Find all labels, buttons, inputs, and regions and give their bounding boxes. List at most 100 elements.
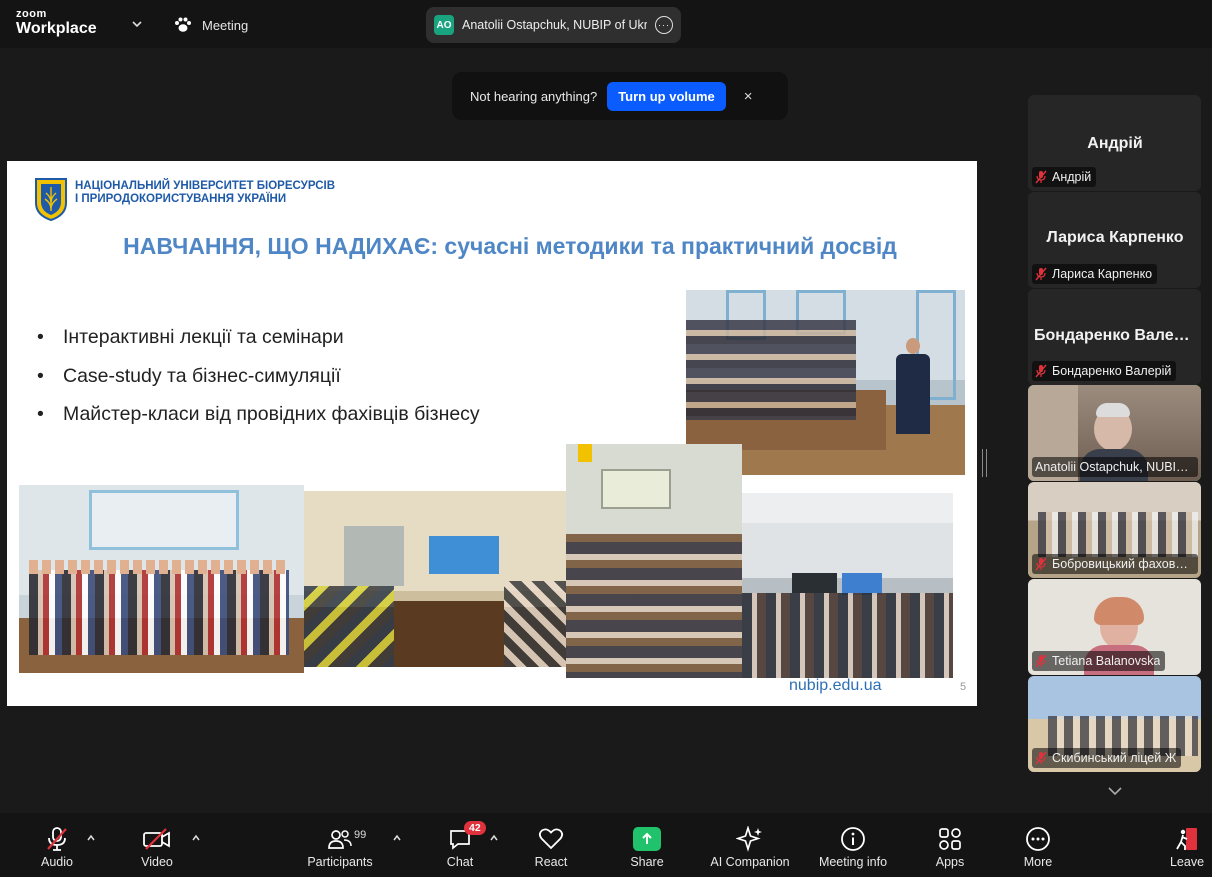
participant-tile-active[interactable]: Anatolii Ostapchuk, NUBIP of Ukraine	[1028, 385, 1201, 481]
participant-tile[interactable]: Лариса Карпенко Лариса Карпенко	[1028, 192, 1201, 288]
participant-label: Лариса Карпенко	[1052, 267, 1153, 281]
participants-options-caret-icon[interactable]	[392, 833, 402, 843]
more-button[interactable]: More	[1018, 813, 1058, 877]
participant-name-bar: Anatolii Ostapchuk, NUBIP of Ukraine	[1032, 457, 1198, 477]
list-item: • Майстер-класи від провідних фахівців бі…	[37, 403, 480, 442]
close-icon[interactable]: ×	[744, 88, 753, 105]
chat-unread-badge: 42	[464, 821, 486, 835]
participant-big-name: Бондаренко Валерій	[1034, 327, 1196, 344]
participants-count: 99	[354, 829, 367, 841]
chevron-down-icon[interactable]	[131, 18, 143, 30]
bullet-text: Майстер-класи від провідних фахівців біз…	[63, 403, 480, 425]
leave-door-icon	[1176, 828, 1197, 850]
avatar: AO	[434, 15, 454, 35]
ai-companion-button[interactable]: AI Companion	[706, 813, 794, 877]
active-speaker-name: Anatolii Ostapchuk, NUBIP of Ukraine	[462, 18, 647, 32]
slide-url: nubip.edu.ua	[789, 677, 882, 694]
audio-options-caret-icon[interactable]	[86, 833, 96, 843]
mic-muted-icon	[1035, 364, 1047, 378]
list-item: • Case-study та бізнес-симуляції	[37, 365, 480, 404]
participant-big-name: Лариса Карпенко	[1046, 229, 1184, 246]
computer-class-photo	[742, 493, 953, 678]
react-label: React	[534, 855, 568, 869]
react-button[interactable]: React	[530, 813, 572, 877]
group-photo	[19, 485, 304, 673]
participant-label: Tetiana Balanovska	[1052, 654, 1161, 668]
university-name: НАЦІОНАЛЬНИЙ УНІВЕРСИТЕТ БІОРЕСУРСІВ І П…	[75, 180, 335, 206]
active-speaker-pill[interactable]: AO Anatolii Ostapchuk, NUBIP of Ukraine …	[426, 7, 681, 43]
participant-name-bar: Бондаренко Валерій	[1032, 361, 1177, 381]
video-off-icon	[143, 828, 170, 850]
participant-name-bar: Бобровицький фаховий коледж	[1032, 554, 1198, 574]
mic-muted-icon	[1035, 557, 1047, 571]
meeting-menu[interactable]: Meeting	[174, 14, 248, 36]
mic-muted-icon	[1035, 654, 1047, 668]
meeting-info-label: Meeting info	[818, 855, 888, 869]
participant-label: Anatolii Ostapchuk, NUBIP of Ukraine	[1035, 460, 1193, 474]
participant-label: Бобровицький фаховий коледж	[1052, 557, 1193, 571]
info-icon	[841, 827, 865, 851]
zoom-workplace-logo[interactable]: zoom Workplace	[16, 9, 97, 37]
chat-options-caret-icon[interactable]	[489, 833, 499, 843]
participant-tile[interactable]: Бондаренко Валерій Бондаренко Валерій	[1028, 289, 1201, 385]
audio-button[interactable]: Audio	[36, 813, 78, 877]
participant-tile[interactable]: Бобровицький фаховий коледж	[1028, 482, 1201, 578]
sparkle-icon	[736, 826, 762, 852]
turn-up-volume-button[interactable]: Turn up volume	[607, 81, 726, 111]
chat-label: Chat	[446, 855, 474, 869]
bullet-list: • Інтерактивні лекції та семінари • Case-s…	[37, 326, 480, 442]
bullet-marker: •	[37, 326, 44, 348]
video-button[interactable]: Video	[136, 813, 178, 877]
participant-tile[interactable]: Tetiana Balanovska	[1028, 579, 1201, 675]
gallery-scroll-down[interactable]	[1075, 776, 1155, 806]
meeting-label: Meeting	[202, 17, 249, 33]
participant-tile[interactable]: Скибинський ліцей Ж	[1028, 676, 1201, 772]
participants-label: Participants	[307, 855, 373, 869]
notice-text: Not hearing anything?	[470, 88, 598, 104]
participant-name-bar: Андрій	[1032, 167, 1097, 187]
participant-name-bar: Лариса Карпенко	[1032, 264, 1158, 284]
logo-line2: Workplace	[16, 20, 97, 37]
apps-icon	[939, 828, 961, 850]
more-options-icon[interactable]: ···	[655, 16, 673, 34]
slide-title: НАВЧАННЯ, ЩО НАДИХАЄ: сучасні методики т…	[123, 233, 897, 259]
participants-icon	[328, 830, 352, 849]
classroom-photo	[304, 491, 567, 667]
video-label: Video	[141, 855, 173, 869]
meeting-toolbar: Audio Video 99 Participants 42 Chat Reac…	[0, 813, 1212, 877]
bullet-marker: •	[37, 403, 44, 425]
participant-label: Скибинський ліцей Ж	[1052, 751, 1177, 765]
bullet-text: Інтерактивні лекції та семінари	[63, 326, 344, 348]
participant-big-name: Андрій	[1087, 135, 1143, 152]
bullet-text: Case-study та бізнес-симуляції	[63, 364, 341, 387]
mic-muted-icon	[1035, 751, 1047, 765]
leave-button[interactable]: Leave	[1167, 813, 1207, 877]
slide-page-number: 5	[960, 681, 967, 693]
heart-icon	[538, 828, 564, 850]
panel-resize-handle[interactable]	[982, 449, 987, 477]
mic-muted-icon	[1035, 170, 1047, 184]
apps-button[interactable]: Apps	[930, 813, 970, 877]
participants-button[interactable]: 99 Participants	[303, 813, 377, 877]
mic-muted-icon	[1035, 267, 1047, 281]
chat-button[interactable]: 42 Chat	[440, 813, 486, 877]
mic-muted-icon	[47, 827, 67, 851]
share-button[interactable]: Share	[626, 813, 668, 877]
more-label: More	[1023, 855, 1053, 869]
auditorium-photo	[566, 444, 742, 678]
participant-tile[interactable]: Андрій Андрій	[1028, 95, 1201, 191]
apps-label: Apps	[935, 855, 965, 869]
logo-line1: zoom	[16, 8, 47, 20]
list-item: • Інтерактивні лекції та семінари	[37, 326, 480, 365]
bullet-marker: •	[37, 364, 44, 387]
org-line1: НАЦІОНАЛЬНИЙ УНІВЕРСИТЕТ БІОРЕСУРСІВ	[75, 180, 336, 192]
video-options-caret-icon[interactable]	[191, 833, 201, 843]
share-screen-icon	[633, 827, 661, 851]
gallery-panel: Андрій Андрій Лариса Карпенко Лариса Кар…	[1028, 95, 1201, 775]
participant-label: Бондаренко Валерій	[1052, 364, 1172, 378]
more-icon	[1026, 827, 1050, 851]
meeting-info-button[interactable]: Meeting info	[813, 813, 893, 877]
top-bar: zoom Workplace Meeting AO Anatolii Ostap…	[0, 0, 1212, 48]
org-line2: І ПРИРОДОКОРИСТУВАННЯ УКРАЇНИ	[75, 193, 287, 205]
chevron-down-icon	[1108, 787, 1122, 796]
